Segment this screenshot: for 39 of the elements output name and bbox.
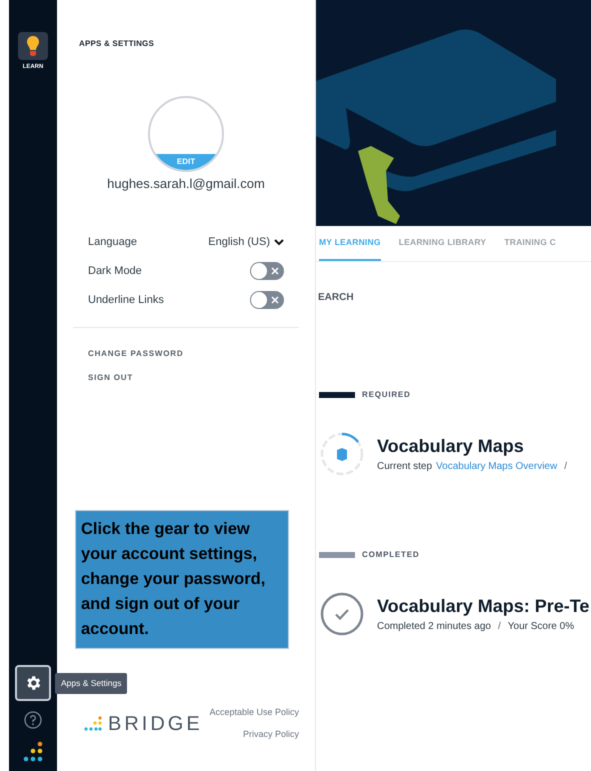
course-meta: Completed 2 minutes ago [377,620,491,634]
score-text: Your Score 0% [508,620,574,634]
panel-title: APPS & SETTINGS [78,38,156,50]
settings-button[interactable] [15,665,51,701]
toggle-switch[interactable] [250,291,284,309]
bridge-wordmark: BRIDGE [108,712,203,736]
current-step-link[interactable]: Vocabulary Maps Overview [436,458,558,474]
bridge-logo-icon [84,716,102,732]
course-title[interactable]: Vocabulary Maps [377,434,570,456]
section-heading: REQUIRED [362,389,411,401]
chevron-down-icon [274,238,284,246]
close-icon [271,296,279,304]
close-icon [271,267,279,275]
nav-tab[interactable]: MY LEARNING [319,226,381,261]
instruction-callout: Click the gear to view your account settings, change your password, and sign out of your account. [75,510,289,648]
lightbulb-icon [26,35,40,57]
nav-tab[interactable]: LEARNING LIBRARY [398,226,486,261]
option-label: Underline Links [88,292,164,308]
user-email: hughes.sarah.l@gmail.com [107,175,265,193]
nav-tab[interactable]: TRAINING C [504,226,556,261]
tooltip: Apps & Settings [55,673,128,694]
language-select[interactable]: English (US) [208,234,284,250]
check-circle-icon [320,592,364,636]
course-meta: Current step [377,460,432,474]
course-title[interactable]: Vocabulary Maps: Pre-Te [377,594,590,616]
search-label: EARCH [317,291,355,305]
account-link[interactable]: SIGN OUT [88,372,284,384]
policy-link[interactable]: Privacy Policy [242,728,299,741]
help-icon[interactable] [24,711,42,729]
progress-ring-icon [320,432,364,476]
account-link[interactable]: CHANGE PASSWORD [88,348,284,360]
option-label: Language [88,234,137,250]
section-heading: COMPLETED [362,549,420,561]
policy-link[interactable]: Acceptable Use Policy [209,706,299,720]
separator: / [563,460,568,474]
toggle-switch[interactable] [250,262,284,280]
option-label: Dark Mode [88,264,142,279]
dots-logo-icon[interactable] [22,741,44,763]
separator: / [496,620,502,634]
